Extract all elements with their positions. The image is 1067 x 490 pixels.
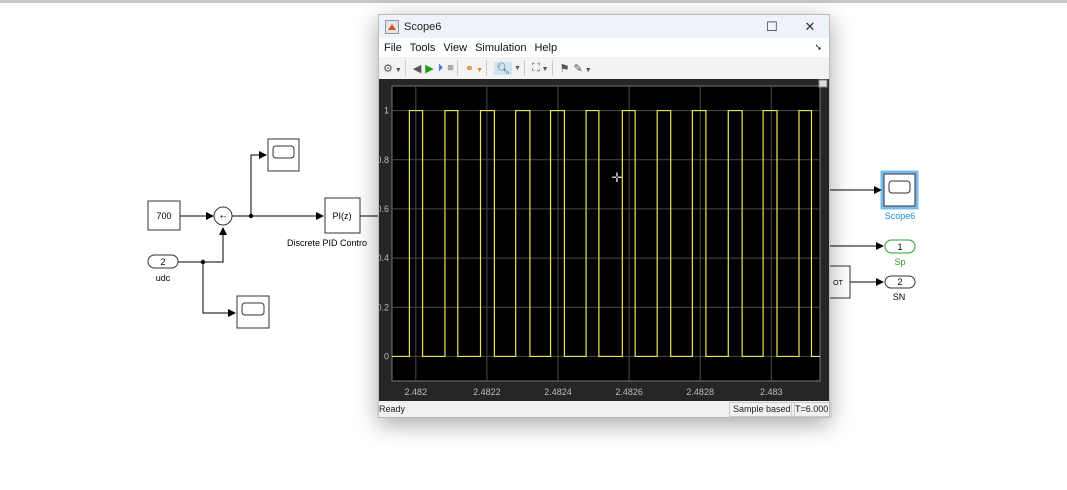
stop-icon[interactable]: ■	[447, 62, 454, 74]
toolbar: ⚙ ▼ ◀ ▶ ⏵ ■ ⚭ ▼ 🔍︎ ▼ ⛶ ▼ ⚑ ✎ ▼	[379, 57, 829, 80]
y-tick-label: 0	[384, 351, 389, 361]
undock-icon[interactable]: ➘	[814, 42, 822, 53]
outport2-number: 2	[897, 277, 902, 287]
inport-udc[interactable]: 2	[147, 254, 179, 269]
sum-signs: +-	[220, 214, 227, 221]
outport1-number: 1	[897, 242, 902, 252]
constant-block[interactable]: 700	[147, 200, 181, 231]
matlab-logo-icon	[385, 19, 399, 34]
outport-sp[interactable]: 1	[884, 239, 916, 254]
menu-bar: File Tools View Simulation Help ➘	[379, 38, 829, 57]
sample-mode: Sample based	[729, 402, 795, 417]
scope-block-top[interactable]	[267, 138, 300, 172]
settings-icon[interactable]: ⚙ ▼	[383, 62, 402, 75]
junction-dot	[248, 213, 254, 219]
status-bar: Ready Sample based T=6.000	[379, 401, 833, 417]
y-tick-label: 0.8	[379, 155, 389, 165]
pid-block-label: Discrete PID Contro	[287, 238, 367, 248]
signal-line	[178, 227, 227, 263]
scope-block-bottom[interactable]	[236, 295, 270, 329]
autoscale-icon[interactable]: ⛶ ▼	[532, 62, 549, 75]
inport-label: udc	[156, 273, 171, 283]
y-tick-label: 0.6	[379, 204, 389, 214]
menu-help[interactable]: Help	[534, 42, 557, 54]
x-tick-label: 2.4824	[544, 387, 572, 397]
title-bar: Scope6 ☐ ✕	[379, 15, 829, 38]
scope-chart[interactable]: 2.482 2.4822 2.4824 2.4826 2.4828 2.483 0 0.2 0.…	[376, 79, 829, 401]
menu-simulation[interactable]: Simulation	[475, 42, 526, 54]
plot-area	[391, 85, 821, 382]
signal-line	[202, 262, 236, 317]
x-tick-label: 2.483	[760, 387, 783, 397]
menu-view[interactable]: View	[443, 42, 467, 54]
run-icon[interactable]: ▶	[425, 62, 433, 75]
y-tick-label: 0.2	[379, 302, 389, 312]
pid-block-text: PI(z)	[333, 211, 352, 221]
x-tick-label: 2.4822	[473, 387, 501, 397]
step-back-icon[interactable]: ◀	[413, 62, 421, 75]
partial-block-text: OT	[833, 280, 843, 287]
sum-block[interactable]: +-	[213, 206, 233, 226]
y-tick-label: 1	[384, 106, 389, 116]
outport-sn[interactable]: 2	[884, 275, 916, 289]
menu-tools[interactable]: Tools	[410, 42, 436, 54]
outport2-label: SN	[893, 292, 906, 302]
junction-dot	[200, 259, 206, 265]
scope6-window: Scope6 ☐ ✕ File Tools View Simulation He…	[376, 14, 833, 418]
cursor-crosshair-icon: ✛	[612, 170, 623, 185]
constant-value: 700	[156, 211, 171, 221]
status-text: Ready	[379, 404, 406, 414]
step-forward-icon[interactable]: ⏵	[438, 62, 444, 75]
close-button[interactable]: ✕	[791, 19, 829, 35]
style-icon[interactable]: ✎ ▼	[573, 62, 591, 75]
scope6-label: Scope6	[885, 211, 916, 221]
sim-time: T=6.000	[791, 402, 833, 417]
maximize-button[interactable]: ☐	[753, 19, 791, 35]
pid-controller-block[interactable]: PI(z)	[324, 197, 361, 234]
signal-line	[250, 151, 267, 216]
window-title: Scope6	[404, 20, 442, 33]
outport1-label: Sp	[894, 257, 905, 267]
expand-axes-icon	[818, 79, 828, 88]
inport-number: 2	[160, 257, 165, 267]
cursor-measure-icon[interactable]: ⚑	[560, 62, 570, 75]
x-tick-label: 2.4826	[615, 387, 643, 397]
x-tick-label: 2.4828	[686, 387, 714, 397]
y-tick-label: 0.4	[379, 253, 389, 263]
scope6-block[interactable]	[880, 170, 919, 210]
menu-file[interactable]: File	[384, 42, 402, 54]
zoom-in-icon[interactable]: 🔍︎	[494, 61, 513, 75]
signal-highlight-icon[interactable]: ⚭ ▼	[465, 62, 483, 75]
x-tick-label: 2.482	[405, 387, 428, 397]
scope-plot[interactable]: 2.482 2.4822 2.4824 2.4826 2.4828 2.483 0 0.2 0.…	[376, 79, 829, 401]
